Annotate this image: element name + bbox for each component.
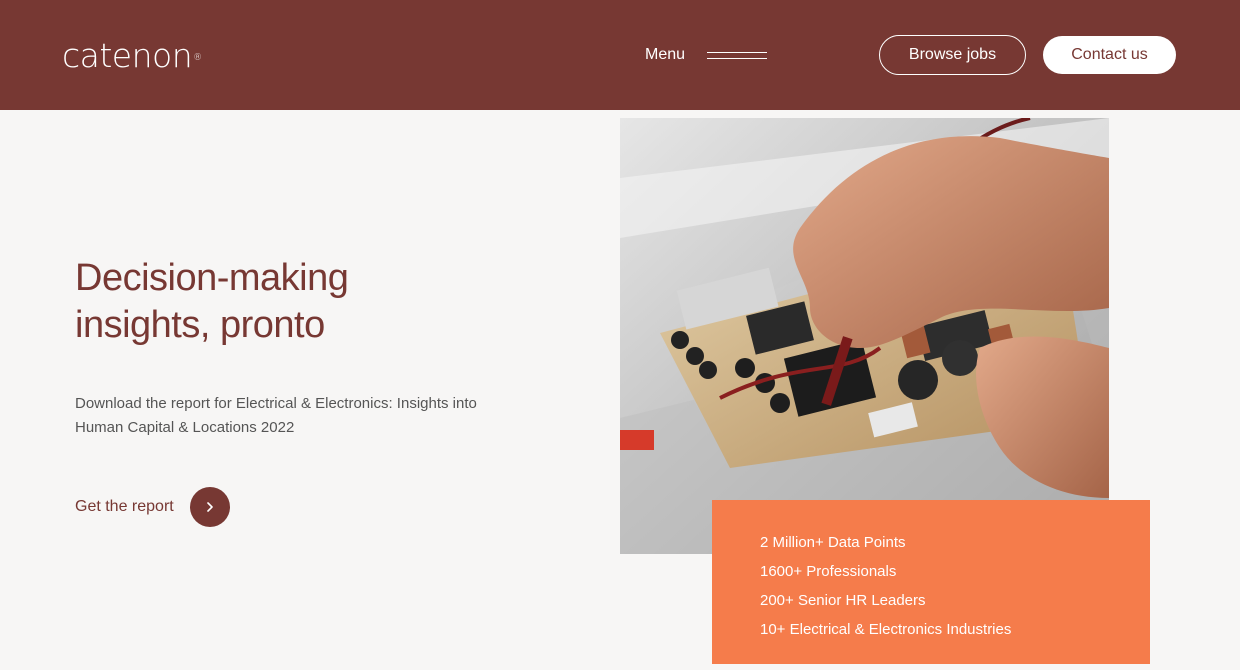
hero-image-circuit-board bbox=[620, 118, 1109, 554]
stats-panel: 2 Million+ Data Points 1600+ Professiona… bbox=[712, 500, 1150, 664]
hero-title-line-1: Decision-making bbox=[75, 257, 349, 299]
chevron-right-icon bbox=[206, 502, 213, 512]
menu-toggle[interactable]: Menu bbox=[645, 44, 768, 66]
stat-item: 200+ Senior HR Leaders bbox=[760, 592, 926, 609]
contact-us-button[interactable]: Contact us bbox=[1043, 36, 1176, 74]
catenon-logo[interactable]: catenon® bbox=[62, 38, 202, 74]
logo-text: catenon bbox=[62, 36, 193, 75]
browse-jobs-button[interactable]: Browse jobs bbox=[879, 35, 1026, 75]
hero-title-line-2: insights, pronto bbox=[75, 304, 325, 346]
menu-label: Menu bbox=[645, 46, 686, 63]
get-report-label: Get the report bbox=[75, 498, 174, 515]
hamburger-icon bbox=[707, 50, 768, 60]
stat-item: 2 Million+ Data Points bbox=[760, 534, 906, 551]
stat-item: 10+ Electrical & Electronics Industries bbox=[760, 621, 1012, 638]
registered-mark: ® bbox=[193, 53, 202, 63]
hero-description: Download the report for Electrical & Ele… bbox=[75, 395, 477, 436]
get-report-link[interactable]: Get the report bbox=[75, 487, 230, 527]
hero-title: Decision-making insights, pronto bbox=[75, 255, 495, 349]
get-report-button[interactable] bbox=[189, 487, 230, 527]
site-header: catenon® Menu Browse jobs Contact us bbox=[0, 0, 1240, 110]
stat-item: 1600+ Professionals bbox=[760, 563, 897, 580]
